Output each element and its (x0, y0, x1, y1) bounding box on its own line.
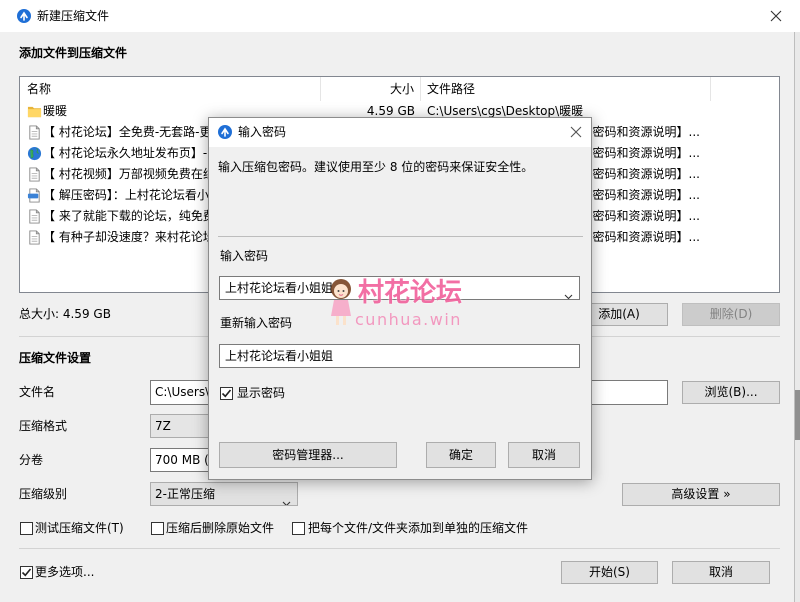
close-icon[interactable] (770, 10, 782, 22)
start-button[interactable]: 开始(S) (561, 561, 658, 584)
password-label: 输入密码 (220, 249, 269, 263)
format-value: 7Z (155, 419, 171, 433)
separate-archives-label[interactable]: 把每个文件/文件夹添加到单独的压缩文件 (308, 521, 528, 535)
split-label: 分卷 (19, 453, 44, 467)
delete-button[interactable]: 删除(D) (682, 303, 780, 326)
test-archive-checkbox[interactable] (20, 522, 33, 535)
dialog-title: 输入密码 (238, 125, 287, 139)
more-options-label[interactable]: 更多选项... (35, 565, 94, 579)
document-icon (27, 125, 42, 140)
globe-icon (27, 146, 42, 161)
divider (218, 236, 583, 237)
format-label: 压缩格式 (19, 419, 68, 433)
filename-value: C:\Users\ (155, 385, 210, 399)
watermark: 村花论坛 cunhua.win (328, 276, 488, 331)
advanced-settings-button[interactable]: 高级设置 » (622, 483, 780, 506)
dialog-cancel-button[interactable]: 取消 (508, 442, 580, 468)
close-icon[interactable] (570, 126, 582, 138)
delete-after-checkbox[interactable] (151, 522, 164, 535)
checkmark-icon (221, 388, 232, 402)
bandizip-app-icon (218, 125, 232, 139)
background-window-edge-dark (795, 390, 800, 440)
jpg-image-icon (27, 188, 42, 203)
cancel-button[interactable]: 取消 (672, 561, 770, 584)
divider (19, 548, 780, 549)
document-icon (27, 167, 42, 182)
show-password-checkbox[interactable] (220, 387, 233, 400)
watermark-url: cunhua.win (355, 310, 462, 329)
document-icon (27, 230, 42, 245)
dialog-description: 输入压缩包密码。建议使用至少 8 位的密码来保证安全性。 (218, 160, 534, 174)
column-header-name-label: 名称 (27, 82, 52, 96)
background-window-edge (794, 32, 800, 602)
column-header-size-label: 大小 (389, 82, 414, 96)
title-bar[interactable]: 新建压缩文件 (0, 0, 800, 32)
test-archive-label[interactable]: 测试压缩文件(T) (35, 521, 124, 535)
confirm-password-input[interactable]: 上村花论坛看小姐姐 (219, 344, 580, 368)
folder-icon (27, 104, 42, 119)
separate-archives-checkbox[interactable] (292, 522, 305, 535)
ok-button[interactable]: 确定 (426, 442, 496, 468)
dialog-title-bar[interactable]: 输入密码 (209, 118, 591, 147)
more-options-checkbox[interactable] (20, 566, 33, 579)
bandizip-app-icon (17, 9, 31, 23)
password-manager-button[interactable]: 密码管理器... (219, 442, 397, 468)
document-icon (27, 209, 42, 224)
settings-heading: 压缩文件设置 (19, 351, 92, 365)
level-value: 2-正常压缩 (155, 487, 215, 501)
level-label: 压缩级别 (19, 487, 68, 501)
delete-after-label[interactable]: 压缩后删除原始文件 (166, 521, 274, 535)
level-select[interactable]: 2-正常压缩 (150, 482, 298, 506)
filename-label: 文件名 (19, 385, 56, 399)
watermark-title: 村花论坛 (358, 278, 463, 308)
password-dialog: 输入密码 输入压缩包密码。建议使用至少 8 位的密码来保证安全性。 输入密码 上… (208, 117, 592, 480)
browse-button[interactable]: 浏览(B)... (682, 381, 780, 404)
split-value: 700 MB ( (155, 453, 209, 467)
add-files-heading: 添加文件到压缩文件 (19, 46, 128, 60)
window-title: 新建压缩文件 (37, 9, 110, 23)
chevron-down-icon[interactable] (564, 285, 573, 299)
column-header-name[interactable]: 名称 (20, 77, 321, 101)
column-header-path-label: 文件路径 (427, 82, 476, 96)
confirm-password-label: 重新输入密码 (220, 316, 293, 330)
checkmark-icon (21, 567, 32, 581)
column-header-size[interactable]: 大小 (321, 77, 421, 101)
confirm-password-value: 上村花论坛看小姐姐 (225, 349, 334, 363)
chevron-down-icon (282, 492, 291, 505)
total-size: 总大小: 4.59 GB (19, 307, 111, 321)
password-value: 上村花论坛看小姐姐 (225, 281, 334, 295)
column-header-path[interactable]: 文件路径 (421, 77, 711, 101)
show-password-label[interactable]: 显示密码 (237, 386, 285, 400)
watermark-girl-icon (328, 278, 354, 331)
